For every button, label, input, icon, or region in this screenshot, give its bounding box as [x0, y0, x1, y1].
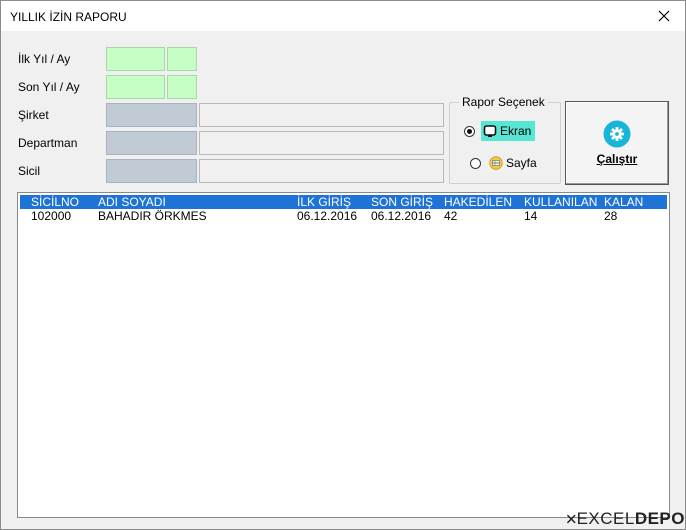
son-ay-input[interactable] [167, 75, 197, 99]
list-header-row[interactable]: SİCİLNO ADI SOYADI İLK GİRİŞ SON GİRİŞ H… [20, 195, 667, 209]
calistir-button[interactable]: Çalıştır [565, 101, 669, 185]
departman-code-input[interactable] [106, 131, 197, 155]
sicil-label: Sicil [18, 164, 41, 178]
cell-kullanilan: 14 [524, 209, 538, 223]
exceldepo-logo: EXCEL DEPO [567, 509, 685, 529]
sirket-code-input[interactable] [106, 103, 197, 127]
ekran-label: Ekran [500, 124, 532, 138]
report-window: YILLIK İZİN RAPORU İlk Yıl / Ay Son Yıl … [0, 0, 686, 530]
cell-hakedilen: 42 [444, 209, 458, 223]
sicil-code-input[interactable] [106, 159, 197, 183]
col-ilk-giris: İLK GİRİŞ [297, 195, 352, 209]
table-row[interactable]: 102000 BAHADIR ÖRKMES 06.12.2016 06.12.2… [20, 209, 667, 223]
cell-adi-soyadi: BAHADIR ÖRKMES [98, 209, 207, 223]
col-adi-soyadi: ADI SOYADI [98, 195, 166, 209]
col-kullanilan: KULLANILAN [524, 195, 598, 209]
cell-ilk-giris: 06.12.2016 [297, 209, 358, 223]
logo-x-icon [567, 514, 576, 524]
results-listbox[interactable]: SİCİLNO ADI SOYADI İLK GİRİŞ SON GİRİŞ H… [17, 192, 670, 518]
col-sicilno: SİCİLNO [31, 195, 80, 209]
col-hakedilen: HAKEDİLEN [444, 195, 513, 209]
window-title: YILLIK İZİN RAPORU [10, 10, 127, 24]
ilk-yil-input[interactable] [106, 47, 165, 71]
sayfa-label: Sayfa [506, 156, 537, 170]
sirket-label: Şirket [18, 108, 49, 122]
title-bar: YILLIK İZİN RAPORU [1, 1, 685, 31]
rapor-secenek-group: Rapor Seçenek Ekran Sayfa [449, 95, 561, 184]
gear-icon [603, 120, 631, 148]
col-kalan: KALAN [604, 195, 644, 209]
son-yil-ay-label: Son Yıl / Ay [18, 80, 80, 94]
group-title: Rapor Seçenek [459, 95, 548, 109]
departman-name-field[interactable] [199, 131, 444, 155]
ilk-ay-input[interactable] [167, 47, 197, 71]
cell-kalan: 28 [604, 209, 618, 223]
ekran-option[interactable]: Ekran [464, 121, 536, 141]
son-yil-input[interactable] [106, 75, 165, 99]
screen-icon [483, 125, 497, 137]
ekran-radio[interactable] [464, 125, 475, 137]
departman-label: Departman [18, 136, 78, 150]
sirket-name-field[interactable] [199, 103, 444, 127]
close-button[interactable] [643, 1, 685, 31]
sayfa-option-label-wrap: Sayfa [487, 153, 541, 173]
sayfa-option[interactable]: Sayfa [470, 153, 541, 173]
close-icon [658, 10, 670, 22]
calistir-label: Çalıştır [596, 152, 638, 166]
logo-text-depo: DEPO [634, 509, 685, 528]
cell-sicilno: 102000 [31, 209, 72, 223]
cell-son-giris: 06.12.2016 [371, 209, 432, 223]
ilk-yil-ay-label: İlk Yıl / Ay [18, 52, 71, 66]
ekran-option-label-wrap: Ekran [481, 121, 536, 141]
sheet-icon [489, 156, 503, 170]
col-son-giris: SON GİRİŞ [371, 195, 434, 209]
sayfa-radio[interactable] [470, 157, 481, 169]
logo-text-excel: EXCEL [576, 509, 635, 528]
sicil-name-field[interactable] [199, 159, 444, 183]
